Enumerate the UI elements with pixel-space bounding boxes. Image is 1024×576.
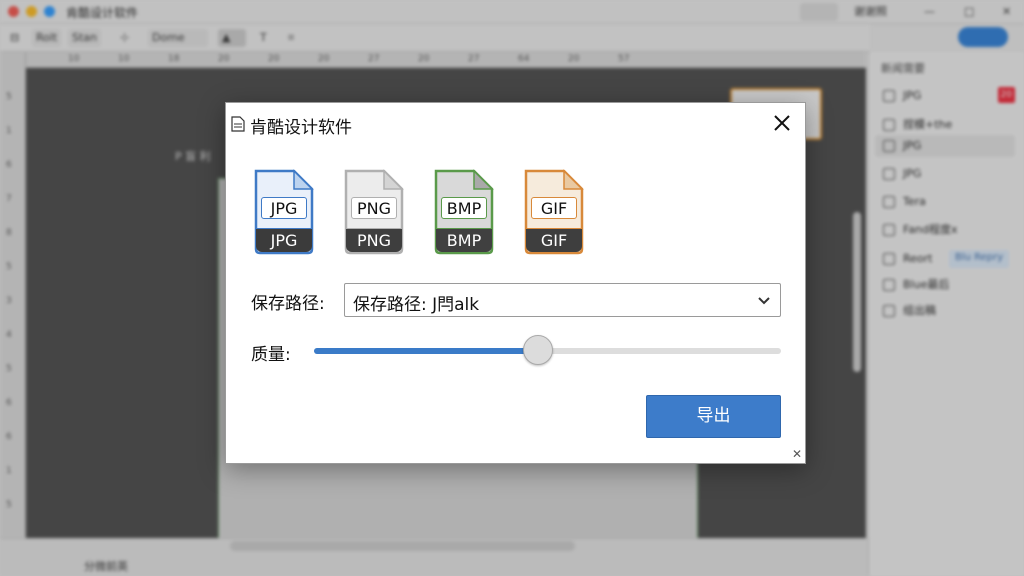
format-option-gif[interactable]: GIF GIF bbox=[524, 169, 584, 255]
format-label: BMP bbox=[441, 197, 487, 219]
save-path-value: 保存路径: J閂alk bbox=[353, 295, 480, 315]
save-path-select[interactable]: 保存路径: J閂alk bbox=[344, 283, 781, 317]
format-badge: JPG bbox=[256, 228, 312, 252]
format-badge: BMP bbox=[436, 228, 492, 252]
dialog-title: 肯酷设计软件 bbox=[250, 118, 352, 138]
format-option-png[interactable]: PNG PNG bbox=[344, 169, 404, 255]
format-badge: GIF bbox=[526, 228, 582, 252]
format-label: GIF bbox=[531, 197, 577, 219]
save-path-label: 保存路径: bbox=[251, 294, 325, 314]
export-button[interactable]: 导出 bbox=[646, 395, 781, 438]
quality-slider-thumb[interactable] bbox=[523, 335, 553, 365]
format-option-jpg[interactable]: JPG JPG bbox=[254, 169, 314, 255]
document-icon bbox=[231, 116, 245, 132]
close-icon[interactable] bbox=[770, 111, 794, 135]
small-close-icon[interactable]: ✕ bbox=[792, 447, 802, 461]
export-dialog: 肯酷设计软件 JPG JPG PNG PNG BMP BMP GIF GIF 保存路径: 保存… bbox=[225, 102, 806, 464]
chevron-down-icon bbox=[758, 297, 770, 305]
quality-label: 质量: bbox=[251, 345, 291, 365]
format-option-bmp[interactable]: BMP BMP bbox=[434, 169, 494, 255]
format-label: JPG bbox=[261, 197, 307, 219]
format-badge: PNG bbox=[346, 228, 402, 252]
format-label: PNG bbox=[351, 197, 397, 219]
quality-slider-fill bbox=[314, 348, 538, 354]
